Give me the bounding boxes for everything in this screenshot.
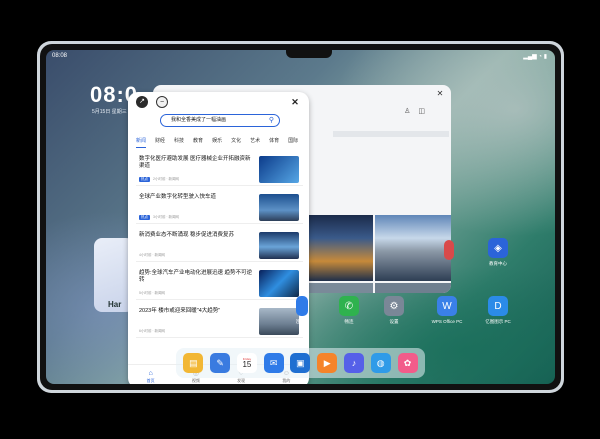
photo-thumb[interactable] xyxy=(303,283,373,293)
tab-education[interactable]: 教育 xyxy=(193,137,203,148)
calendar-day: 15 xyxy=(242,360,252,369)
nav-home-label: 首页 xyxy=(146,377,155,383)
mail-icon[interactable]: ✉ xyxy=(263,353,284,373)
news-meta: 6小时前 · 新闻网 xyxy=(139,329,166,333)
news-meta: 4小时前 · 新闻网 xyxy=(139,253,166,257)
dock: ▤ ✎ Friday 15 ✉ ▣ ▶ ♪ ◍ ✿ xyxy=(176,348,425,378)
video-player-icon[interactable]: ▶ xyxy=(317,353,338,373)
browser-icon[interactable]: ◍ xyxy=(370,353,391,373)
gallery-icon[interactable]: ✿ xyxy=(397,353,418,373)
news-thumbnail xyxy=(259,270,299,297)
user-icons[interactable]: ♙◫ xyxy=(404,107,433,115)
photo-grid xyxy=(303,215,451,293)
news-meta: 5小时前 · 新闻网 xyxy=(139,291,166,295)
app-icon-partial[interactable] xyxy=(296,296,308,316)
tab-entertainment[interactable]: 娱乐 xyxy=(212,137,222,148)
minimize-button[interactable]: − xyxy=(156,96,168,108)
close-icon[interactable]: ✕ xyxy=(289,96,301,108)
news-title: 全球产业数字化转型驶入快车道 xyxy=(139,194,217,200)
files-icon[interactable]: ▣ xyxy=(290,353,311,373)
stage: 08:08 ▂▄▆ ◔ ▮ 08:0 5月15日 星期三 Har ✕ ♙◫ ↗ … xyxy=(0,0,600,439)
calendar-icon[interactable]: Friday 15 xyxy=(236,353,257,373)
news-tag: 热点 xyxy=(139,177,150,182)
photo-feed-toolbar xyxy=(333,131,449,137)
harmony-widget-label: Har xyxy=(108,300,122,309)
search-icon[interactable]: ⚲ xyxy=(269,116,274,125)
nav-video-label: 视频 xyxy=(191,377,200,383)
edraw-label: 亿图图示 PC xyxy=(485,319,511,324)
education-center-label: 教育中心 xyxy=(489,261,507,266)
category-tabs: 新闻 财经 科技 教育 娱乐 文化 艺术 体育 国际 xyxy=(136,137,306,148)
list-item[interactable]: 数字化医疗避助发展 医疗器械企业开拓融资新渠道 热点 2小时前 · 新闻网 xyxy=(136,154,303,186)
settings-icon[interactable]: ⚙ xyxy=(384,296,404,316)
list-item[interactable]: 新消费业态不断涌现 稳步促进消费复苏 4小时前 · 新闻网 xyxy=(136,230,303,262)
edraw-icon[interactable]: D xyxy=(488,296,508,316)
pin-icon[interactable]: ↗ xyxy=(136,96,148,108)
home-icon: ⌂ xyxy=(148,369,153,377)
news-title: 2023年 楼市或迎来回暖"4大趋势" xyxy=(139,308,221,314)
status-time: 08:08 xyxy=(52,53,68,59)
clock-date: 5月15日 星期三 xyxy=(92,109,127,115)
tab-sports[interactable]: 体育 xyxy=(269,137,279,148)
nav-profile-label: 我的 xyxy=(282,377,291,383)
education-center-icon[interactable]: ◈ xyxy=(488,238,508,258)
music-icon[interactable]: ♪ xyxy=(343,353,364,373)
news-app-window[interactable]: ↗ − ✕ 我和全香美成了一幅油画 ⚲ 新闻 财经 科技 教育 娱乐 文化 艺术… xyxy=(128,92,309,384)
news-meta: 热点 3小时前 · 新闻网 xyxy=(139,215,179,220)
tab-art[interactable]: 艺术 xyxy=(250,137,260,148)
photo-thumb[interactable] xyxy=(375,283,451,293)
home-screen: 08:08 ▂▄▆ ◔ ▮ 08:0 5月15日 星期三 Har ✕ ♙◫ ↗ … xyxy=(46,50,555,384)
news-title: 新消费业态不断涌现 稳步促进消费复苏 xyxy=(139,232,235,238)
photo-mountain-lake[interactable] xyxy=(375,215,451,281)
news-meta-text: 3小时前 · 新闻网 xyxy=(153,215,180,219)
tab-tech[interactable]: 科技 xyxy=(174,137,184,148)
notes-icon[interactable]: ▤ xyxy=(183,353,204,373)
news-title: 数字化医疗避助发展 医疗器械企业开拓融资新渠道 xyxy=(139,156,251,169)
search-placeholder: 我和全香美成了一幅油画 xyxy=(171,117,227,123)
nav-home[interactable]: ⌂ 首页 xyxy=(147,370,155,384)
nav-discover-label: 发现 xyxy=(237,377,246,383)
list-item[interactable]: 趋势:全球汽车产业电动化进展迅速 趋势不可逆转 5小时前 · 新闻网 xyxy=(136,268,303,300)
meetime-label: 畅连 xyxy=(344,319,354,324)
news-meta: 热点 2小时前 · 新闻网 xyxy=(139,177,179,182)
news-thumbnail xyxy=(259,156,299,183)
status-icons: ▂▄▆ ◔ ▮ xyxy=(523,54,547,60)
pen-app-icon[interactable]: ✎ xyxy=(210,353,231,373)
news-tag: 热点 xyxy=(139,215,150,220)
wps-office-icon[interactable]: W xyxy=(437,296,457,316)
window-controls: ↗ − ✕ xyxy=(128,92,309,112)
tab-culture[interactable]: 文化 xyxy=(231,137,241,148)
wps-office-label: WPS Office PC xyxy=(431,319,463,324)
photo-city-night[interactable] xyxy=(303,215,373,281)
tablet-frame: 08:08 ▂▄▆ ◔ ▮ 08:0 5月15日 星期三 Har ✕ ♙◫ ↗ … xyxy=(37,41,564,393)
tablet-bezel: 08:08 ▂▄▆ ◔ ▮ 08:0 5月15日 星期三 Har ✕ ♙◫ ↗ … xyxy=(40,44,561,390)
tab-international[interactable]: 国际 xyxy=(288,137,298,148)
settings-label: 设置 xyxy=(389,319,399,324)
tab-news[interactable]: 新闻 xyxy=(136,137,147,148)
camera-notch xyxy=(286,50,332,58)
meetime-icon[interactable]: ✆ xyxy=(339,296,359,316)
app-label-partial: 连 xyxy=(295,319,301,324)
news-thumbnail xyxy=(259,194,299,221)
search-input[interactable]: 我和全香美成了一幅油画 ⚲ xyxy=(160,114,280,127)
tab-finance[interactable]: 财经 xyxy=(155,137,165,148)
news-title: 趋势:全球汽车产业电动化进展迅速 趋势不可逆转 xyxy=(139,270,253,283)
close-icon[interactable]: ✕ xyxy=(435,89,445,99)
news-thumbnail xyxy=(259,232,299,259)
news-list: 数字化医疗避助发展 医疗器械企业开拓融资新渠道 热点 2小时前 · 新闻网 全球产… xyxy=(136,154,303,344)
news-meta-text: 2小时前 · 新闻网 xyxy=(153,177,180,181)
list-item[interactable]: 全球产业数字化转型驶入快车道 热点 3小时前 · 新闻网 xyxy=(136,192,303,224)
app-icon-red[interactable] xyxy=(444,240,454,260)
